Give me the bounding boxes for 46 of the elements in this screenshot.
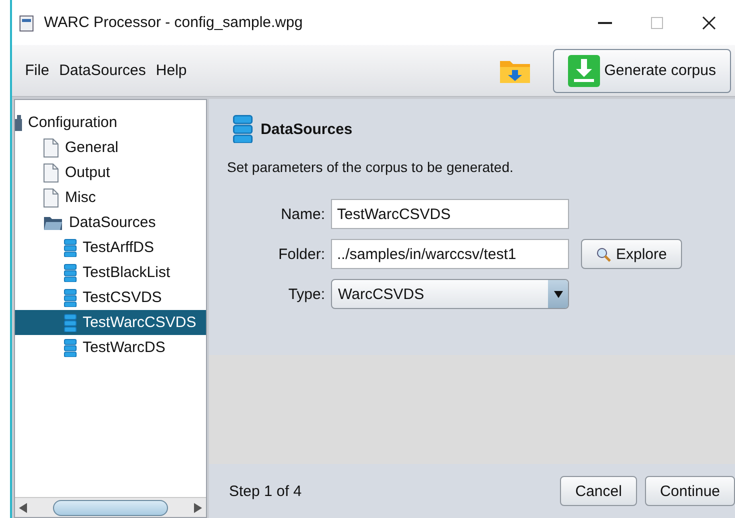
field-label: Name:: [280, 206, 326, 222]
horizontal-scrollbar[interactable]: [15, 497, 206, 517]
page-icon: [43, 188, 59, 208]
menu-item[interactable]: Help: [152, 62, 190, 79]
database-icon: [64, 288, 77, 306]
close-icon[interactable]: [702, 16, 716, 30]
tree-item[interactable]: Output: [15, 160, 206, 185]
folder-field[interactable]: ../samples/in/warccsv/test1: [331, 239, 569, 269]
tree-item[interactable]: TestWarcCSVDS: [15, 310, 206, 335]
field-label: Folder:: [277, 246, 326, 262]
database-icon: [64, 238, 77, 256]
window-title: WARC Processor - config_sample.wpg: [44, 14, 304, 31]
page-icon: [43, 162, 59, 182]
step-indicator: Step 1 of 4: [229, 482, 303, 500]
tree-item[interactable]: DataSources: [15, 210, 206, 235]
tree-item[interactable]: TestCSVDS: [15, 285, 206, 310]
section-title: DataSources: [260, 120, 352, 138]
app-icon: [18, 14, 36, 32]
scroll-right-icon[interactable]: [194, 502, 202, 512]
generate-corpus-button[interactable]: Generate corpus: [553, 48, 731, 92]
folder-icon: [43, 214, 63, 230]
name-field[interactable]: TestWarcCSVDS: [331, 199, 569, 229]
tree-item[interactable]: TestArffDS: [15, 235, 206, 260]
field-label: Type:: [287, 286, 326, 302]
tree-item[interactable]: Misc: [15, 185, 206, 210]
tree-item[interactable]: General: [15, 135, 206, 160]
type-dropdown[interactable]: WarcCSVDS: [331, 279, 569, 309]
menu-item[interactable]: DataSources: [56, 62, 149, 79]
description-text: Set parameters of the corpus to be generated.: [227, 159, 514, 175]
tree-item[interactable]: Configuration: [15, 110, 206, 135]
menu-item[interactable]: File: [22, 62, 52, 79]
database-icon: [233, 115, 253, 143]
download-icon: [568, 54, 600, 86]
footer-button[interactable]: Continue: [644, 476, 735, 506]
minimize-icon[interactable]: [598, 22, 612, 24]
search-icon: [596, 246, 611, 262]
explore-button[interactable]: Explore: [581, 239, 682, 269]
scroll-left-icon[interactable]: [19, 502, 27, 512]
tree-item[interactable]: TestBlackList: [15, 260, 206, 285]
footer-button[interactable]: Cancel: [560, 476, 637, 506]
database-icon: [64, 338, 77, 356]
dropdown-arrow-icon: [554, 290, 562, 298]
database-icon: [64, 314, 77, 332]
page-icon: [43, 138, 59, 158]
tree-item[interactable]: TestWarcDS: [15, 335, 206, 360]
database-icon: [64, 264, 77, 282]
